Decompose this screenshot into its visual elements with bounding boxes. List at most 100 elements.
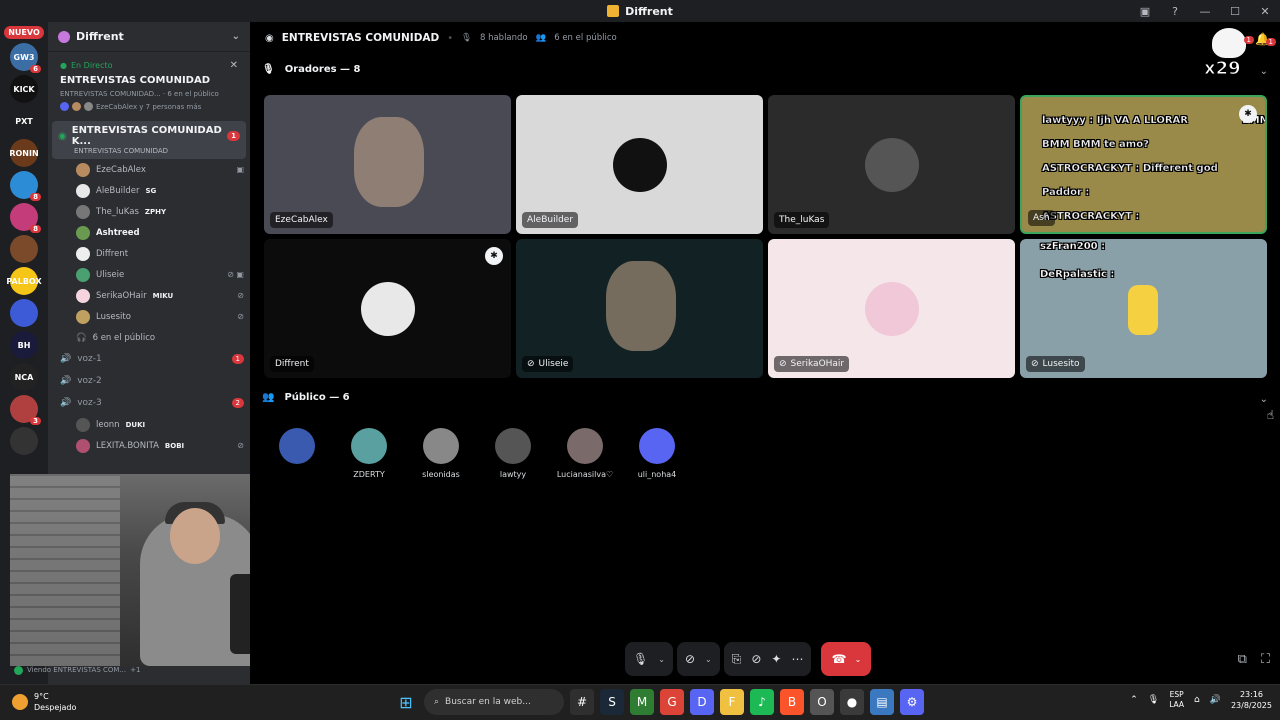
microphone-icon[interactable]: 🎙 [633, 652, 648, 666]
dismiss-live-button[interactable]: ✕ [230, 60, 238, 71]
speaker-tile[interactable]: EzeCabAlex [264, 95, 511, 234]
maximize-button[interactable]: ☐ [1220, 5, 1250, 18]
server-icon[interactable]: BH [10, 331, 38, 359]
speaker-tile[interactable]: The_luKas [768, 95, 1015, 234]
audience-member[interactable]: Lucianasilva♡ [550, 428, 620, 479]
audience-member[interactable]: sleonidas [406, 428, 476, 479]
voice-channel[interactable]: 🔊 voz-3 2 [48, 392, 250, 414]
speaker-tile[interactable]: szFran200 : DeRpalastic : ⊘ Lusesito [1020, 239, 1267, 378]
leave-options-icon[interactable]: ⌄ [855, 655, 862, 664]
voice-user[interactable]: AleBuilder SG [48, 180, 250, 201]
chevron-down-icon: ⌄ [231, 31, 240, 42]
server-icon[interactable]: GW3 6 [10, 43, 41, 73]
close-button[interactable]: ✕ [1250, 5, 1280, 18]
camera-off-icon[interactable]: ⊘ [685, 652, 695, 666]
audience-member[interactable] [262, 428, 332, 470]
mic-options-icon[interactable]: ⌄ [658, 655, 665, 664]
new-badge[interactable]: NUEVO [4, 26, 44, 39]
voice-user[interactable]: Uliseie ⊘ ▣ [48, 264, 250, 285]
taskbar-app-icon[interactable]: O [810, 689, 834, 715]
mic-control[interactable]: 🎙 ⌄ [625, 642, 673, 676]
server-icon[interactable]: 8 [10, 203, 41, 233]
participant-avatar [60, 102, 69, 111]
volume-icon[interactable]: 🔊 [1210, 695, 1221, 705]
taskbar-app-icon[interactable]: B [780, 689, 804, 715]
weather-widget[interactable]: 9°C Despejado [12, 691, 76, 713]
language-indicator[interactable]: ESP LAA [1169, 690, 1184, 710]
speaker-tile[interactable]: ✱ Diffrent [264, 239, 511, 378]
activity-icon[interactable]: ✦ [771, 652, 781, 666]
taskbar-app-icon[interactable]: G [660, 689, 684, 715]
speaker-tile[interactable]: lawtyyy : Ijh VA A LLORAR BMM BMM BMM te a… [1020, 95, 1267, 234]
more-options-icon[interactable]: ⋯ [791, 652, 803, 666]
server-icon[interactable]: PALBOX [6, 267, 42, 295]
taskbar-app-icon[interactable]: D [690, 689, 714, 715]
goose-badge[interactable]: 1 x29 [1204, 24, 1254, 82]
audience-member[interactable]: lawtyy [478, 428, 548, 479]
tray-overflow-icon[interactable]: ⌃ [1130, 695, 1138, 705]
settings-badge-icon[interactable]: ✱ [485, 247, 503, 265]
network-icon[interactable]: ⌂ [1194, 695, 1200, 705]
fullscreen-icon[interactable]: ⛶ [1261, 652, 1270, 667]
popout-icon[interactable]: ⧉ [1238, 652, 1247, 667]
server-icon[interactable]: KICK [10, 75, 38, 103]
server-icon[interactable]: RONIN [9, 139, 39, 167]
live-stage-card[interactable]: ● En Directo ✕ ENTREVISTAS COMUNIDAD ENT… [54, 56, 244, 115]
taskbar-app-icon[interactable]: # [570, 689, 594, 715]
muted-icon: ⊘ [1031, 359, 1039, 369]
voice-user-name: EzeCabAlex [96, 164, 146, 175]
voice-user[interactable]: SerikaOHair MIKU ⊘ [48, 285, 250, 306]
taskbar-app-icon[interactable]: M [630, 689, 654, 715]
minimize-button[interactable]: — [1190, 5, 1220, 18]
user-tag: BOBI [164, 441, 185, 450]
taskbar-app-icon[interactable]: S [600, 689, 624, 715]
voice-user[interactable]: The_luKas ZPHY [48, 201, 250, 222]
audience-member[interactable]: ZDERTY [334, 428, 404, 479]
voice-user[interactable]: leonn DUKI [48, 414, 250, 435]
server-icon[interactable]: 8 [10, 171, 41, 201]
server-icon[interactable]: NCA [10, 363, 38, 391]
active-stage-channel[interactable]: ◉ ENTREVISTAS COMUNIDAD K... 1 ENTREVIST… [52, 121, 246, 159]
server-icon[interactable] [10, 299, 38, 327]
speaking-count: 8 hablando [479, 33, 528, 43]
inbox-icon[interactable]: ▣ [1130, 5, 1160, 18]
speaker-tile[interactable]: ⊘ SerikaOHair [768, 239, 1015, 378]
taskbar-app-icon[interactable]: ⚙ [900, 689, 924, 715]
camera-options-icon[interactable]: ⌄ [705, 655, 712, 664]
voice-channel[interactable]: 🔊 voz-1 1 [48, 348, 250, 370]
voice-user[interactable]: LEXITA.BONITA BOBI ⊘ [48, 435, 250, 456]
server-icon[interactable]: 3 [10, 395, 41, 425]
taskbar-search[interactable]: ⌕ Buscar en la web... [424, 689, 564, 715]
audience-member[interactable]: uli_noha4 [622, 428, 692, 479]
server-icon[interactable] [10, 427, 38, 455]
speakers-section-header: 🎙 Oradores — 8 [262, 64, 361, 75]
share-screen-icon[interactable]: ⎘ [732, 652, 742, 667]
voice-user[interactable]: EzeCabAlex ▣ [48, 159, 250, 180]
viewing-indicator[interactable]: Viendo ENTREVISTAS COM... +1 [14, 662, 246, 678]
speaker-tile[interactable]: ⊘ Uliseie [516, 239, 763, 378]
audience-line[interactable]: 🎧 6 en el público [48, 327, 250, 348]
mute-all-icon[interactable]: ⊘ [751, 652, 761, 666]
server-icon[interactable]: PXT [10, 107, 38, 135]
voice-user[interactable]: Diffrent [48, 243, 250, 264]
server-icon[interactable] [10, 235, 38, 263]
collapse-speakers-icon[interactable]: ⌄ [1260, 66, 1268, 77]
taskbar-app-icon[interactable]: ● [840, 689, 864, 715]
taskbar-app-icon[interactable]: ♪ [750, 689, 774, 715]
leave-stage-button[interactable]: ☎ ⌄ [821, 642, 872, 676]
help-icon[interactable]: ? [1160, 5, 1190, 18]
server-header[interactable]: Diffrent ⌄ [48, 22, 250, 52]
collapse-public-icon[interactable]: ⌄ [1260, 394, 1268, 405]
speaker-tile[interactable]: AleBuilder [516, 95, 763, 234]
camera-control[interactable]: ⊘ ⌄ [676, 642, 720, 676]
start-button[interactable]: ⊞ [394, 689, 418, 715]
voice-user[interactable]: Lusesito ⊘ [48, 306, 250, 327]
voice-user[interactable]: Ashtreed [48, 222, 250, 243]
taskbar-app-icon[interactable]: ▤ [870, 689, 894, 715]
clock[interactable]: 23:16 23/8/2025 [1231, 689, 1272, 711]
settings-badge-icon[interactable]: ✱ [1239, 105, 1257, 123]
taskbar-app-icon[interactable]: F [720, 689, 744, 715]
voice-channel[interactable]: 🔊 voz-2 [48, 370, 250, 392]
tray-mic-icon[interactable]: 🎙 [1148, 695, 1159, 705]
notifications-button[interactable]: 🔔 1 [1255, 32, 1276, 46]
